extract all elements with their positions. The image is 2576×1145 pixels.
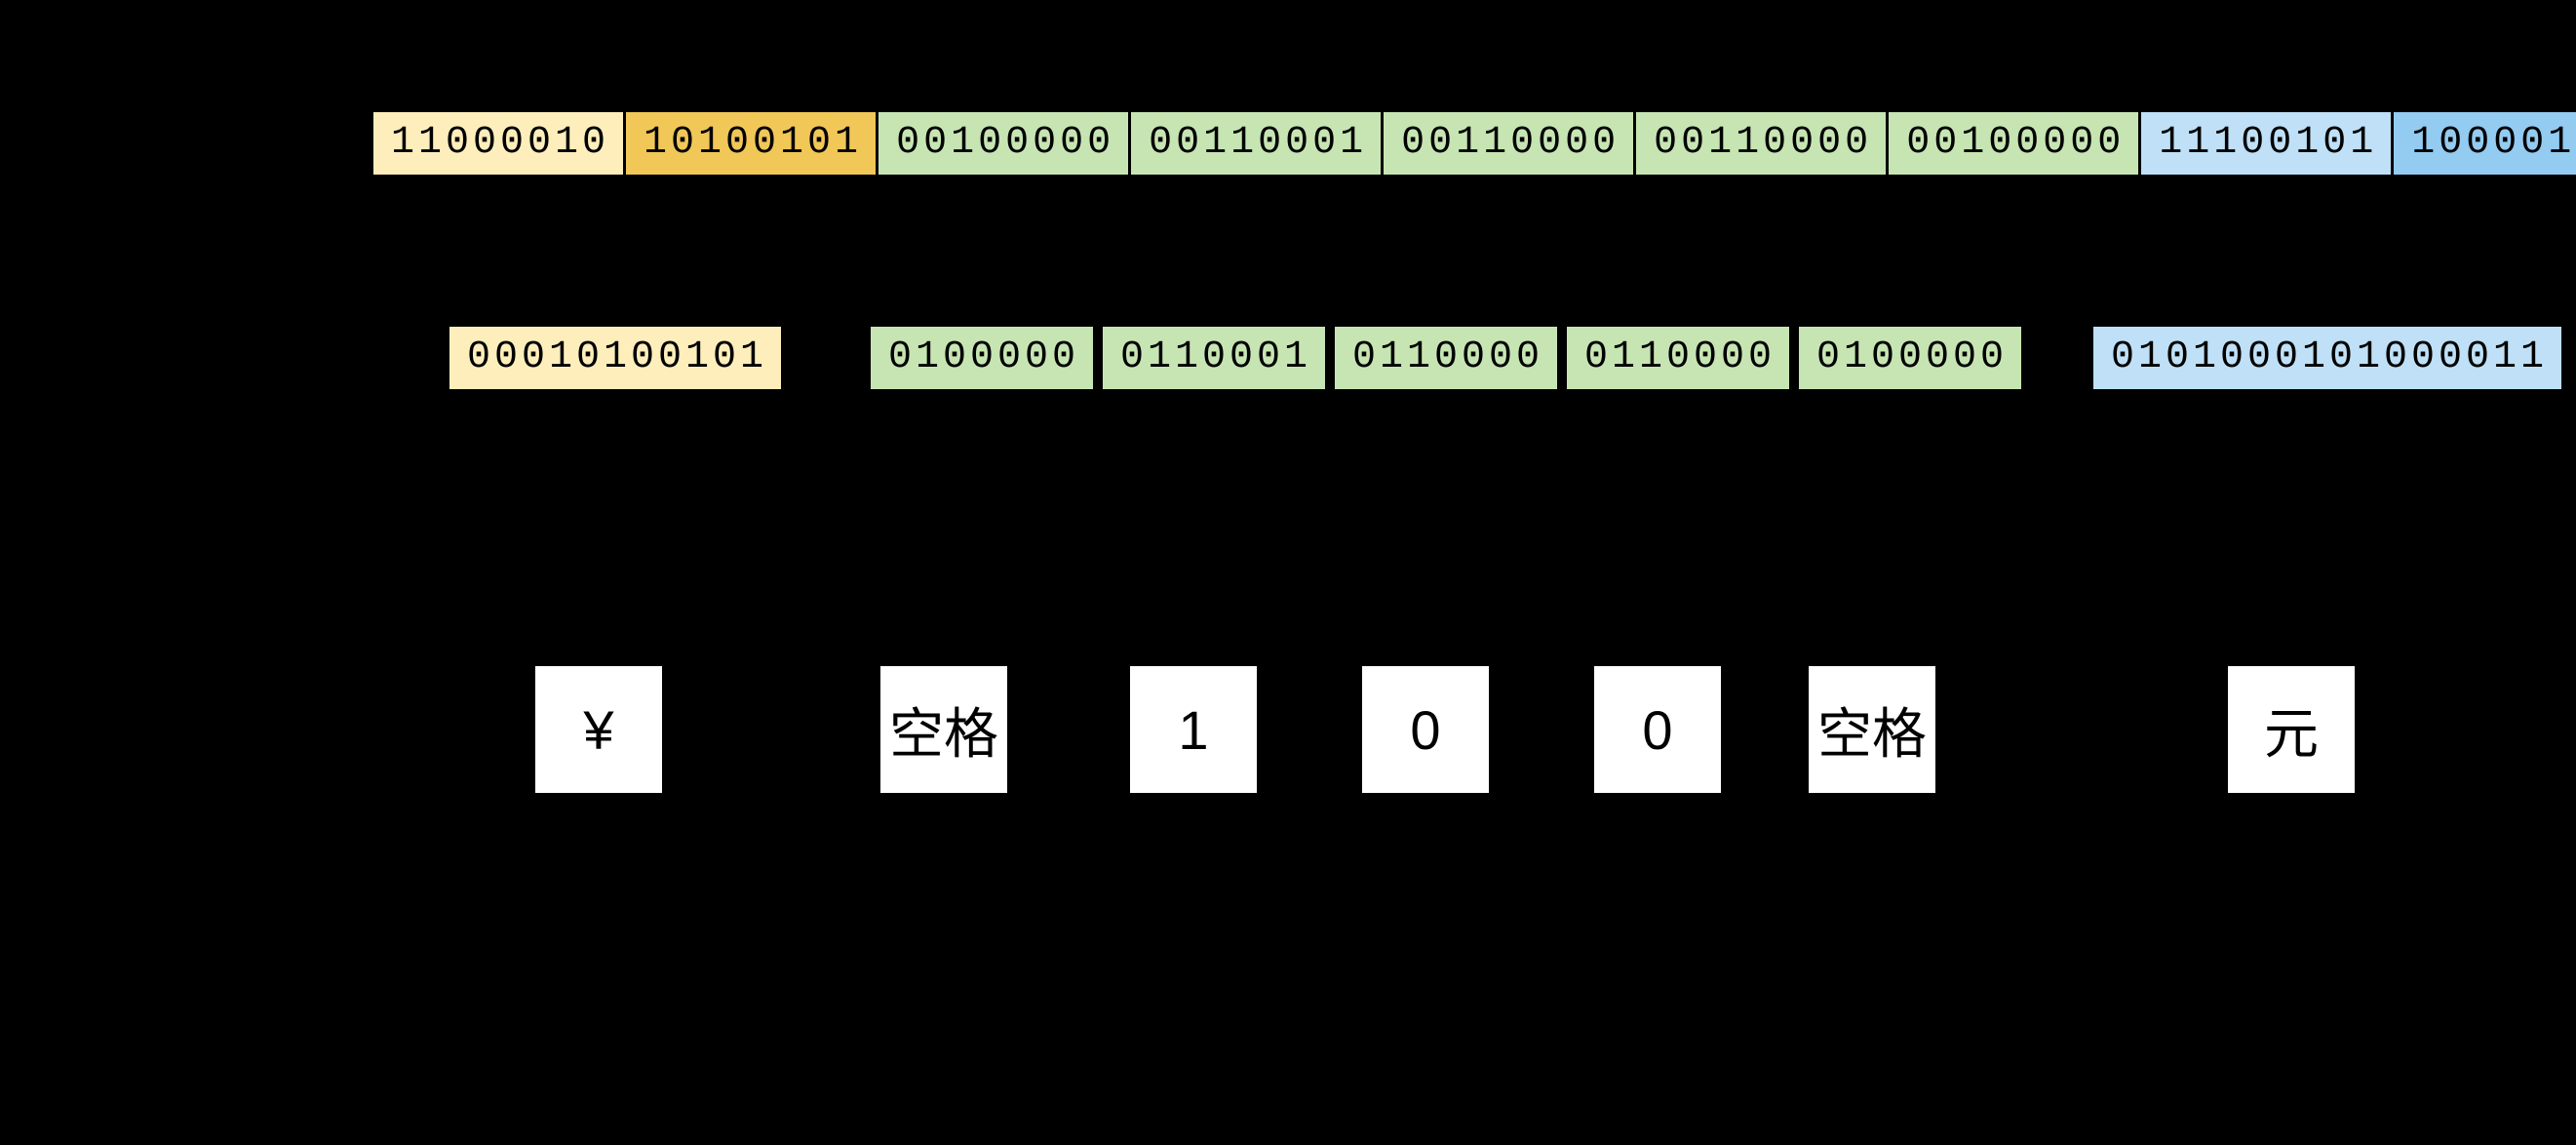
byte-cell: 11100101 — [2141, 109, 2394, 178]
decoded-bits-cell: 0100000 — [1796, 324, 2024, 392]
character-cell: 0 — [1591, 663, 1724, 796]
diagram-root: 1100001010100101001000000011000100110000… — [0, 0, 2576, 1145]
byte-cell: 11000010 — [371, 109, 626, 178]
byte-cell: 10000101 — [2394, 109, 2576, 178]
decoded-bits-cell: 0110000 — [1332, 324, 1560, 392]
decoded-bits-cell: 0100000 — [868, 324, 1096, 392]
decoded-bits-cell: 00010100101 — [447, 324, 784, 392]
character-cell: 1 — [1127, 663, 1260, 796]
character-cell: 空格 — [1806, 663, 1938, 796]
byte-row: 1100001010100101001000000011000100110000… — [371, 109, 2576, 178]
byte-cell: 10100101 — [626, 109, 878, 178]
byte-cell: 00110000 — [1384, 109, 1636, 178]
byte-cell: 00100000 — [1889, 109, 2141, 178]
byte-cell: 00110000 — [1636, 109, 1889, 178]
character-cell: ¥ — [532, 663, 665, 796]
byte-cell: 00110001 — [1131, 109, 1384, 178]
decoded-bits-cell: 0101000101000011 — [2090, 324, 2564, 392]
character-cell: 空格 — [878, 663, 1010, 796]
character-cell: 元 — [2225, 663, 2358, 796]
decoded-bits-cell: 0110001 — [1100, 324, 1328, 392]
decoded-bits-cell: 0110000 — [1564, 324, 1792, 392]
character-cell: 0 — [1359, 663, 1492, 796]
byte-cell: 00100000 — [878, 109, 1131, 178]
